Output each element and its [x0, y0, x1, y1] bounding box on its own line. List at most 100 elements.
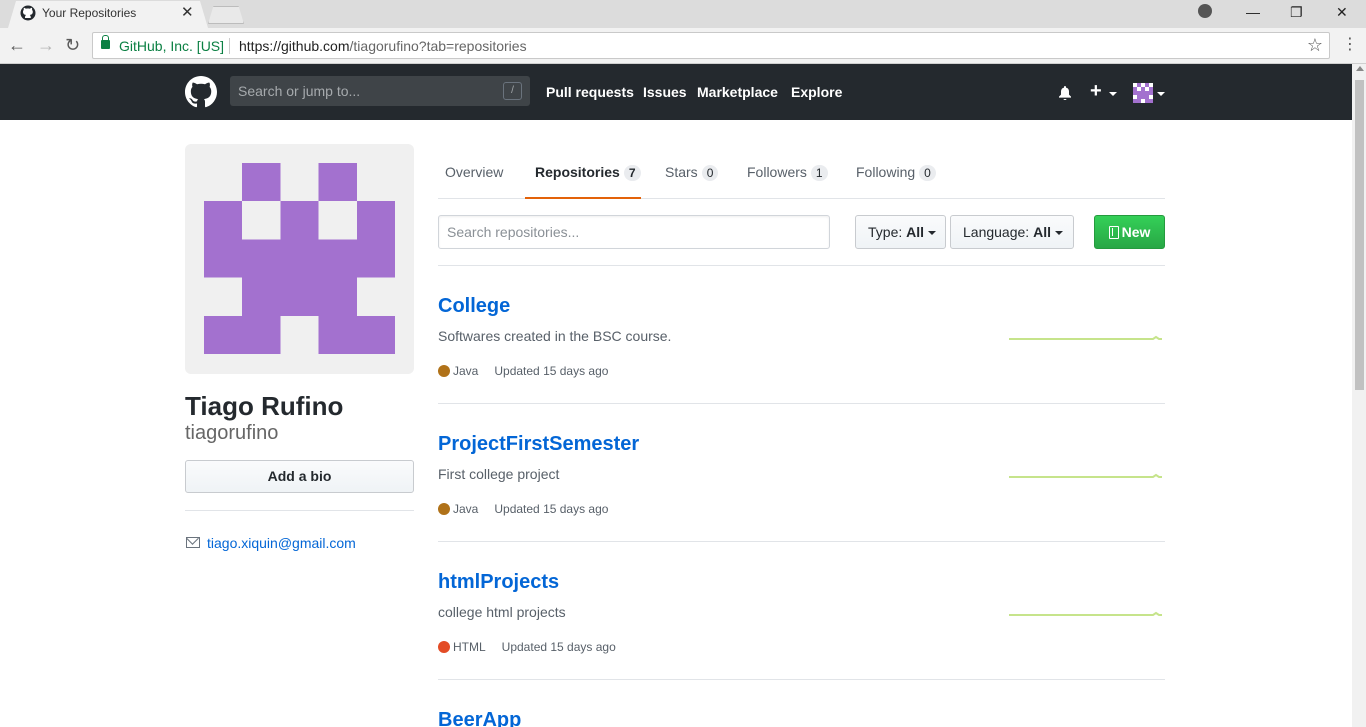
- repo-name-link[interactable]: BeerApp: [438, 709, 521, 727]
- bookmark-star-icon[interactable]: ☆: [1307, 35, 1323, 56]
- scrollbar-thumb[interactable]: [1355, 80, 1364, 390]
- nav-pull-requests[interactable]: Pull requests: [546, 84, 634, 100]
- browser-tab-bar: Your Repositories ✕ — ❐ ✕: [0, 0, 1366, 28]
- repo-list-item: BeerApp: [438, 680, 1165, 727]
- repo-name-link[interactable]: ProjectFirstSemester: [438, 433, 639, 456]
- url-path: /tiagorufino?tab=repositories: [349, 38, 527, 54]
- chevron-down-icon: [928, 231, 937, 236]
- create-new-caret-icon[interactable]: [1109, 92, 1117, 96]
- repo-updated: Updated 15 days ago: [501, 640, 616, 654]
- language-color-dot: [438, 503, 450, 515]
- new-repo-button-label: New: [1121, 224, 1151, 240]
- nav-issues[interactable]: Issues: [643, 84, 687, 100]
- reload-icon[interactable]: ↻: [65, 34, 80, 56]
- tab-followers-label: Followers: [747, 164, 807, 180]
- browser-profile-icon[interactable]: [1198, 4, 1212, 18]
- language-color-dot: [438, 365, 450, 377]
- repo-updated: Updated 15 days ago: [494, 502, 609, 516]
- secure-origin-label: GitHub, Inc. [US]: [119, 38, 225, 54]
- notifications-bell-icon[interactable]: [1058, 86, 1072, 100]
- tab-following-count: 0: [919, 165, 936, 181]
- window-restore-icon[interactable]: ❐: [1290, 4, 1303, 21]
- nav-explore[interactable]: Explore: [791, 84, 842, 100]
- scroll-up-arrow-icon[interactable]: [1356, 66, 1364, 71]
- repo-language: Java: [453, 364, 479, 378]
- repo-list-item: ProjectFirstSemester First college proje…: [438, 404, 1165, 542]
- repo-language: Java: [453, 502, 479, 516]
- github-logo-icon[interactable]: [185, 76, 217, 108]
- new-repo-button[interactable]: New: [1094, 215, 1165, 249]
- tab-stars-label: Stars: [665, 164, 698, 180]
- github-favicon-icon: [20, 5, 36, 21]
- type-filter-label: Type:: [868, 224, 903, 240]
- sidebar-divider: [185, 510, 414, 511]
- tab-close-icon[interactable]: ✕: [181, 3, 194, 21]
- profile-tabs: Overview Repositories 7 Stars 0 Followers 1…: [438, 144, 1165, 199]
- language-color-dot: [438, 641, 450, 653]
- repo-language: HTML: [453, 640, 486, 654]
- activity-sparkline: [1009, 335, 1162, 340]
- tab-following[interactable]: Following 0: [856, 144, 936, 199]
- tab-stars[interactable]: Stars 0: [665, 144, 719, 199]
- profile-avatar[interactable]: [185, 144, 414, 374]
- omnibox-divider: [229, 38, 230, 54]
- browser-tab-title: Your Repositories: [42, 6, 137, 20]
- back-arrow-icon[interactable]: ←: [8, 34, 26, 56]
- tab-followers[interactable]: Followers 1: [747, 144, 828, 199]
- nav-marketplace[interactable]: Marketplace: [697, 84, 778, 100]
- add-bio-button[interactable]: Add a bio: [185, 460, 414, 493]
- identicon-image: [204, 163, 395, 354]
- window-close-icon[interactable]: ✕: [1336, 4, 1348, 21]
- repo-name-link[interactable]: htmlProjects: [438, 571, 559, 594]
- repo-meta: Java Updated 15 days ago: [438, 364, 608, 378]
- repo-meta: HTML Updated 15 days ago: [438, 640, 616, 654]
- global-search-input[interactable]: Search or jump to... /: [230, 76, 530, 106]
- tab-repositories-label: Repositories: [535, 164, 620, 180]
- avatar-menu-caret-icon[interactable]: [1157, 92, 1165, 96]
- tab-overview[interactable]: Overview: [445, 144, 503, 199]
- user-avatar-menu[interactable]: [1133, 83, 1153, 103]
- repo-meta: Java Updated 15 days ago: [438, 502, 608, 516]
- create-new-plus-icon[interactable]: +: [1090, 80, 1102, 103]
- activity-sparkline: [1009, 611, 1162, 616]
- address-bar[interactable]: GitHub, Inc. [US] https://github.com/tia…: [92, 32, 1330, 59]
- repo-list-item: College Softwares created in the BSC cou…: [438, 266, 1165, 404]
- tab-following-label: Following: [856, 164, 916, 180]
- repo-description: college html projects: [438, 604, 566, 620]
- activity-sparkline: [1009, 473, 1162, 478]
- tab-followers-count: 1: [810, 165, 828, 181]
- language-filter-value: All: [1033, 224, 1051, 240]
- tab-repositories-count: 7: [623, 165, 641, 181]
- tab-repositories[interactable]: Repositories 7: [525, 144, 641, 199]
- url-text[interactable]: https://github.com/tiagorufino?tab=repos…: [239, 38, 527, 54]
- tab-overview-label: Overview: [445, 164, 504, 180]
- profile-username: tiagorufino: [185, 422, 279, 444]
- repo-search-input[interactable]: [438, 215, 830, 249]
- type-filter-value: All: [906, 224, 925, 240]
- repo-name-link[interactable]: College: [438, 295, 510, 318]
- window-minimize-icon[interactable]: —: [1246, 4, 1260, 20]
- global-search-placeholder: Search or jump to...: [238, 83, 361, 99]
- browser-menu-icon[interactable]: ⋮: [1342, 34, 1358, 54]
- profile-email-link[interactable]: tiago.xiquin@gmail.com: [207, 535, 356, 551]
- browser-toolbar: ← → ↻ GitHub, Inc. [US] https://github.c…: [0, 28, 1366, 64]
- repo-description: First college project: [438, 466, 560, 482]
- page-scrollbar[interactable]: [1352, 64, 1366, 727]
- repo-book-icon: [1108, 226, 1119, 239]
- mail-icon: [186, 537, 200, 548]
- tab-stars-count: 0: [701, 165, 719, 181]
- repo-description: Softwares created in the BSC course.: [438, 328, 672, 344]
- language-filter-label: Language:: [963, 224, 1030, 240]
- new-tab-button[interactable]: [208, 6, 244, 24]
- lock-icon: [101, 35, 110, 49]
- type-filter-dropdown[interactable]: Type: All: [855, 215, 946, 249]
- url-host: https://github.com: [239, 38, 350, 54]
- repo-list-item: htmlProjects college html projects HTML U…: [438, 542, 1165, 680]
- language-filter-dropdown[interactable]: Language: All: [950, 215, 1074, 249]
- profile-full-name: Tiago Rufino: [185, 391, 344, 421]
- chevron-down-icon: [1054, 231, 1063, 236]
- repo-updated: Updated 15 days ago: [494, 364, 609, 378]
- search-shortcut-key: /: [503, 82, 522, 100]
- github-header: Search or jump to... / Pull requests Iss…: [0, 64, 1352, 120]
- forward-arrow-icon[interactable]: →: [37, 34, 55, 56]
